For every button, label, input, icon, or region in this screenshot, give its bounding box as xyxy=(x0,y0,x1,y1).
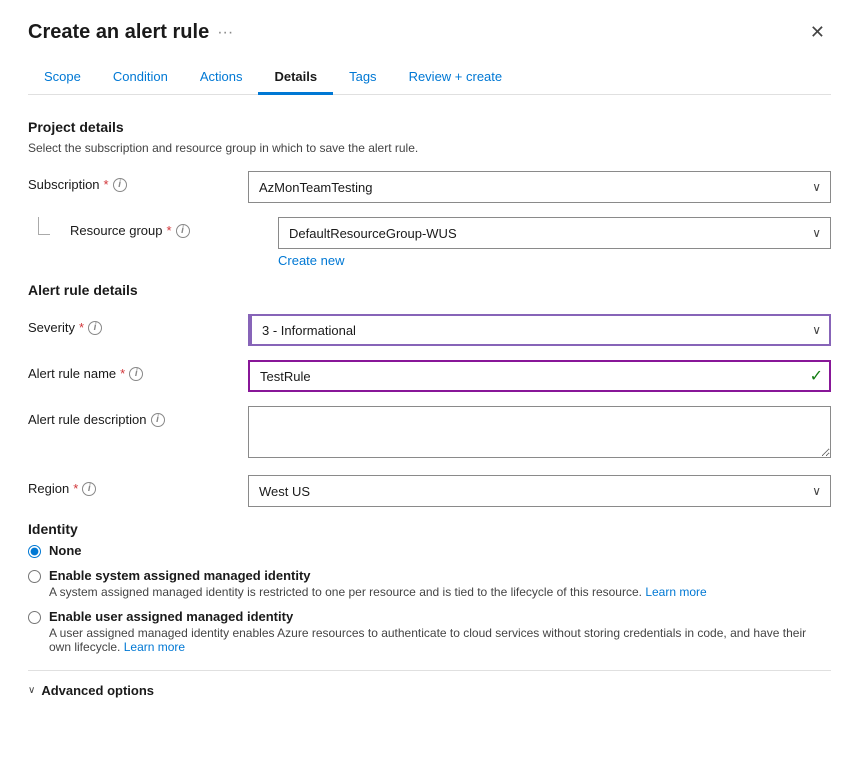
alert-rule-details-title: Alert rule details xyxy=(28,282,831,298)
identity-system-desc: A system assigned managed identity is re… xyxy=(49,585,707,599)
severity-control: 3 - Informational xyxy=(248,314,831,346)
tab-details[interactable]: Details xyxy=(258,61,333,95)
project-details-title: Project details xyxy=(28,119,831,135)
region-row: Region * i West US xyxy=(28,475,831,507)
alert-rule-description-info-icon[interactable]: i xyxy=(151,413,165,427)
identity-user-learn-more[interactable]: Learn more xyxy=(124,640,185,654)
subscription-info-icon[interactable]: i xyxy=(113,178,127,192)
region-select[interactable]: West US xyxy=(248,475,831,507)
dialog-title-group: Create an alert rule ··· xyxy=(28,21,233,44)
alert-rule-name-label: Alert rule name * i xyxy=(28,360,248,381)
severity-label: Severity * i xyxy=(28,314,248,335)
advanced-options-label: Advanced options xyxy=(41,683,154,698)
dialog-header: Create an alert rule ··· ✕ xyxy=(28,20,831,45)
subscription-select[interactable]: AzMonTeamTesting xyxy=(248,171,831,203)
subscription-control: AzMonTeamTesting xyxy=(248,171,831,203)
identity-user-radio[interactable] xyxy=(28,611,41,624)
identity-system-label: Enable system assigned managed identity xyxy=(49,568,707,583)
tab-condition[interactable]: Condition xyxy=(97,61,184,95)
nav-tabs: Scope Condition Actions Details Tags Rev… xyxy=(28,61,831,95)
alert-rule-description-label: Alert rule description i xyxy=(28,406,248,427)
project-details-desc: Select the subscription and resource gro… xyxy=(28,141,831,155)
severity-row: Severity * i 3 - Informational xyxy=(28,314,831,346)
region-control: West US xyxy=(248,475,831,507)
resource-group-info-icon[interactable]: i xyxy=(176,224,190,238)
advanced-options[interactable]: ∨ Advanced options xyxy=(28,670,831,698)
create-new-link[interactable]: Create new xyxy=(278,253,344,268)
alert-rule-name-row: Alert rule name * i ✓ xyxy=(28,360,831,392)
resource-group-control: DefaultResourceGroup-WUS Create new xyxy=(278,217,831,268)
identity-none-radio[interactable] xyxy=(28,545,41,558)
alert-rule-name-required: * xyxy=(120,366,125,381)
severity-select-wrapper: 3 - Informational xyxy=(248,314,831,346)
resource-indent-decoration xyxy=(38,217,50,235)
subscription-label: Subscription * i xyxy=(28,171,248,192)
alert-rule-description-control xyxy=(248,406,831,461)
subscription-row: Subscription * i AzMonTeamTesting xyxy=(28,171,831,203)
alert-rule-description-textarea[interactable] xyxy=(248,406,831,458)
alert-rule-name-control: ✓ xyxy=(248,360,831,392)
severity-info-icon[interactable]: i xyxy=(88,321,102,335)
tab-review-create[interactable]: Review + create xyxy=(393,61,519,95)
identity-title: Identity xyxy=(28,521,831,537)
severity-required: * xyxy=(79,320,84,335)
identity-user-label: Enable user assigned managed identity xyxy=(49,609,831,624)
tab-scope[interactable]: Scope xyxy=(28,61,97,95)
subscription-select-wrapper: AzMonTeamTesting xyxy=(248,171,831,203)
identity-system-radio[interactable] xyxy=(28,570,41,583)
alert-rule-details-section: Alert rule details xyxy=(28,282,831,298)
alert-rule-name-info-icon[interactable]: i xyxy=(129,367,143,381)
resource-group-select-wrapper: DefaultResourceGroup-WUS xyxy=(278,217,831,249)
resource-group-required: * xyxy=(167,223,172,238)
identity-none-row: None xyxy=(28,543,831,558)
alert-rule-description-row: Alert rule description i xyxy=(28,406,831,461)
identity-section: Identity None Enable system assigned man… xyxy=(28,521,831,654)
region-select-wrapper: West US xyxy=(248,475,831,507)
advanced-options-chevron-icon: ∨ xyxy=(28,685,35,696)
region-info-icon[interactable]: i xyxy=(82,482,96,496)
resource-group-label: Resource group * i xyxy=(58,217,278,238)
resource-group-row: Resource group * i DefaultResourceGroup-… xyxy=(28,217,831,268)
dialog-ellipsis[interactable]: ··· xyxy=(217,24,233,42)
resource-group-select[interactable]: DefaultResourceGroup-WUS xyxy=(278,217,831,249)
identity-user-row: Enable user assigned managed identity A … xyxy=(28,609,831,654)
severity-select[interactable]: 3 - Informational xyxy=(248,314,831,346)
identity-none-label: None xyxy=(49,543,82,558)
dialog-title: Create an alert rule xyxy=(28,21,209,44)
identity-system-learn-more[interactable]: Learn more xyxy=(645,585,706,599)
identity-user-desc: A user assigned managed identity enables… xyxy=(49,626,831,654)
alert-rule-name-input-wrapper: ✓ xyxy=(248,360,831,392)
alert-rule-name-check-icon: ✓ xyxy=(810,366,823,386)
region-required: * xyxy=(73,481,78,496)
region-label: Region * i xyxy=(28,475,248,496)
close-button[interactable]: ✕ xyxy=(804,20,831,45)
create-alert-rule-dialog: Create an alert rule ··· ✕ Scope Conditi… xyxy=(0,0,859,776)
subscription-required: * xyxy=(104,177,109,192)
tab-actions[interactable]: Actions xyxy=(184,61,259,95)
tab-tags[interactable]: Tags xyxy=(333,61,392,95)
alert-rule-name-input[interactable] xyxy=(248,360,831,392)
identity-system-row: Enable system assigned managed identity … xyxy=(28,568,831,599)
